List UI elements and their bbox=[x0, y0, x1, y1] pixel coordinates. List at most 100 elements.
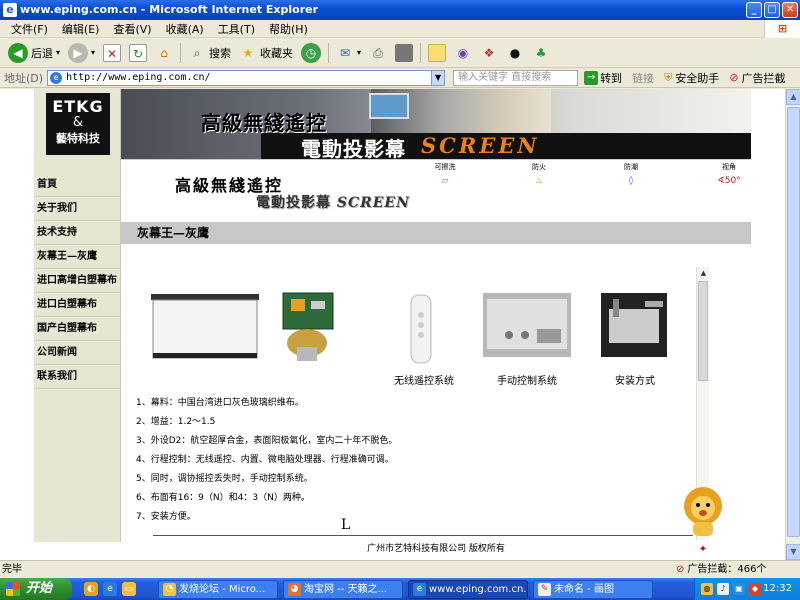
product-remote: 无线遥控系统 bbox=[379, 289, 469, 387]
page-scrollbar[interactable]: ▲ ▼ bbox=[785, 89, 800, 560]
task-eping[interactable]: e www.eping.com.cn... bbox=[408, 580, 528, 599]
nav-grey-eagle[interactable]: 灰幕王—灰鹰 bbox=[34, 245, 121, 269]
media-icon: ◉ bbox=[457, 45, 469, 60]
menu-file[interactable]: 文件(F) bbox=[4, 21, 55, 37]
nav-import-white[interactable]: 进口白塑幕布 bbox=[34, 293, 121, 317]
task-paint[interactable]: ✎ 未命名 - 画图 bbox=[533, 580, 653, 599]
menu-help[interactable]: 帮助(H) bbox=[262, 21, 315, 37]
banner-subtitle-en: SCREEN bbox=[421, 133, 540, 158]
task-label: 淘宝网 -- 天籁之... bbox=[304, 584, 388, 595]
qq-button[interactable]: ● bbox=[502, 40, 528, 66]
antivirus-icon[interactable]: ◆ bbox=[749, 583, 761, 595]
notes-button[interactable] bbox=[424, 40, 450, 66]
menu-favorites[interactable]: 收藏(A) bbox=[159, 21, 211, 37]
feature-label: 防火 bbox=[532, 163, 546, 171]
toolbar-divider bbox=[328, 42, 330, 63]
folder-icon[interactable]: ▭ bbox=[122, 582, 136, 596]
product-gallery: 无线遥控系统 手动控制系统 安装方式 bbox=[147, 289, 707, 389]
links-button[interactable]: 链接 bbox=[632, 70, 654, 86]
search-button[interactable]: ⌕ 搜索 bbox=[184, 40, 235, 66]
tray-app-icon[interactable]: ◍ bbox=[701, 583, 713, 595]
favorites-button[interactable]: ★ 收藏夹 bbox=[235, 40, 297, 66]
go-label: 转到 bbox=[600, 71, 623, 85]
mail-button[interactable]: ✉ ▾ bbox=[332, 40, 365, 66]
nav-about[interactable]: 关于我们 bbox=[34, 197, 121, 221]
product-controller bbox=[275, 289, 355, 370]
shield-icon: ⛨ bbox=[664, 70, 673, 84]
nav-support[interactable]: 技术支持 bbox=[34, 221, 121, 245]
dimension-line bbox=[153, 535, 693, 536]
security-assistant-button[interactable]: ⛨ 安全助手 bbox=[664, 70, 719, 86]
menu-edit[interactable]: 编辑(E) bbox=[55, 21, 107, 37]
volume-icon[interactable]: ♪ bbox=[717, 583, 729, 595]
adblock-status[interactable]: ⊘ 广告拦截：466个 bbox=[676, 561, 798, 578]
forward-arrow-icon: ▶ bbox=[68, 42, 89, 63]
refresh-button[interactable]: ↻ bbox=[125, 40, 151, 66]
task-label: 未命名 - 画图 bbox=[554, 584, 614, 595]
home-button[interactable]: ⌂ bbox=[151, 40, 177, 66]
spec-item: 3、外设D2：航空超厚合金，表面阳极氧化，室内二十年不脱色。 bbox=[136, 436, 398, 446]
forward-dropdown-icon[interactable]: ▾ bbox=[91, 48, 95, 57]
task-label: www.eping.com.cn... bbox=[429, 584, 528, 595]
research-button[interactable]: ❖ bbox=[476, 40, 502, 66]
history-icon: ◷ bbox=[301, 42, 322, 63]
nav-import-high-gain[interactable]: 进口高增白塑幕布 bbox=[34, 269, 121, 293]
task-taobao[interactable]: ◕ 淘宝网 -- 天籁之... bbox=[283, 580, 403, 599]
address-input[interactable]: e http://www.eping.com.cn/ bbox=[47, 69, 433, 86]
site-footer: 广州市艺特科技有限公司 版权所有 bbox=[367, 544, 505, 554]
ie-icon[interactable]: e bbox=[103, 582, 117, 596]
address-url: http://www.eping.com.cn/ bbox=[66, 71, 211, 83]
stop-button[interactable]: ✕ bbox=[99, 40, 125, 66]
keyword-search-input[interactable]: 输入关键字 直接搜索 bbox=[453, 69, 579, 86]
company-logo[interactable]: ETKG & 藝特科技 bbox=[46, 93, 110, 155]
product-manual-control: 手动控制系统 bbox=[477, 289, 577, 387]
spec-item: 4、行程控制：无线遥控、内置、微电脑处理器、行程准确可调。 bbox=[136, 455, 394, 465]
edit-button[interactable] bbox=[391, 40, 417, 66]
scroll-up-arrow-icon[interactable]: ▲ bbox=[697, 267, 710, 280]
scroll-up-arrow-icon[interactable]: ▲ bbox=[786, 89, 800, 105]
lion-badge-icon: ✦ bbox=[688, 544, 718, 560]
scroll-thumb[interactable] bbox=[698, 281, 708, 381]
feature-viewing-angle: 视角 ∢50° bbox=[709, 162, 749, 186]
network-icon[interactable]: ▣ bbox=[733, 583, 745, 595]
messenger-button[interactable]: ♣ bbox=[528, 40, 554, 66]
dimension-label: L bbox=[335, 517, 357, 533]
nav-home[interactable]: 首頁 bbox=[34, 173, 121, 197]
start-button[interactable]: 开始 bbox=[0, 578, 72, 600]
nav-contact[interactable]: 联系我们 bbox=[34, 365, 121, 389]
window-title: www.eping.com.cn - Microsoft Internet Ex… bbox=[20, 3, 319, 16]
search-icon: ⌕ bbox=[193, 45, 201, 60]
nav-domestic-white[interactable]: 国产白塑幕布 bbox=[34, 317, 121, 341]
lion-mascot-icon[interactable] bbox=[680, 486, 726, 538]
adblock-button[interactable]: ⊘ 广告拦截 bbox=[729, 70, 785, 86]
menu-view[interactable]: 查看(V) bbox=[106, 21, 158, 37]
media-button[interactable]: ◉ bbox=[450, 40, 476, 66]
logo-text-main: ETKG bbox=[52, 97, 104, 116]
history-button[interactable]: ◷ bbox=[297, 40, 325, 66]
go-button[interactable]: → 转到 bbox=[584, 70, 622, 86]
close-button[interactable]: ✕ bbox=[782, 2, 798, 18]
clock[interactable]: 12:32 bbox=[763, 578, 792, 600]
print-button[interactable]: ⎙ bbox=[365, 40, 391, 66]
forward-button[interactable]: ▶ ▾ bbox=[64, 40, 99, 66]
paint-icon: ✎ bbox=[538, 583, 551, 596]
browser-icon[interactable]: ◐ bbox=[84, 582, 98, 596]
task-forum[interactable]: ◔ 发烧论坛 - Micro... bbox=[158, 580, 278, 599]
scroll-down-arrow-icon[interactable]: ▼ bbox=[786, 544, 800, 560]
menu-tools[interactable]: 工具(T) bbox=[211, 21, 262, 37]
back-label: 后退 bbox=[31, 46, 53, 60]
back-dropdown-icon[interactable]: ▾ bbox=[56, 48, 60, 57]
maximize-button[interactable]: □ bbox=[764, 2, 780, 18]
adblock-count: 广告拦截：466个 bbox=[687, 564, 767, 575]
nav-news[interactable]: 公司新闻 bbox=[34, 341, 121, 365]
mail-dropdown-icon[interactable]: ▾ bbox=[357, 48, 361, 57]
window-title-bar[interactable]: e www.eping.com.cn - Microsoft Internet … bbox=[0, 0, 800, 20]
address-dropdown-button[interactable]: ▼ bbox=[431, 69, 446, 86]
spec-list: 1、幕料：中国台湾进口灰色玻璃织维布。 2、增益：1.2～1.5 3、外设D2：… bbox=[136, 394, 397, 527]
product-content: 无线遥控系统 手动控制系统 安装方式 1、幕料：中国台湾进口灰色玻璃织维布。 2… bbox=[123, 269, 737, 542]
back-button[interactable]: ◀ 后退 ▾ bbox=[4, 40, 64, 66]
minimize-button[interactable]: _ bbox=[746, 2, 762, 18]
scroll-thumb[interactable] bbox=[787, 107, 800, 537]
spec-item: 2、增益：1.2～1.5 bbox=[136, 417, 216, 427]
back-arrow-icon: ◀ bbox=[8, 42, 28, 63]
